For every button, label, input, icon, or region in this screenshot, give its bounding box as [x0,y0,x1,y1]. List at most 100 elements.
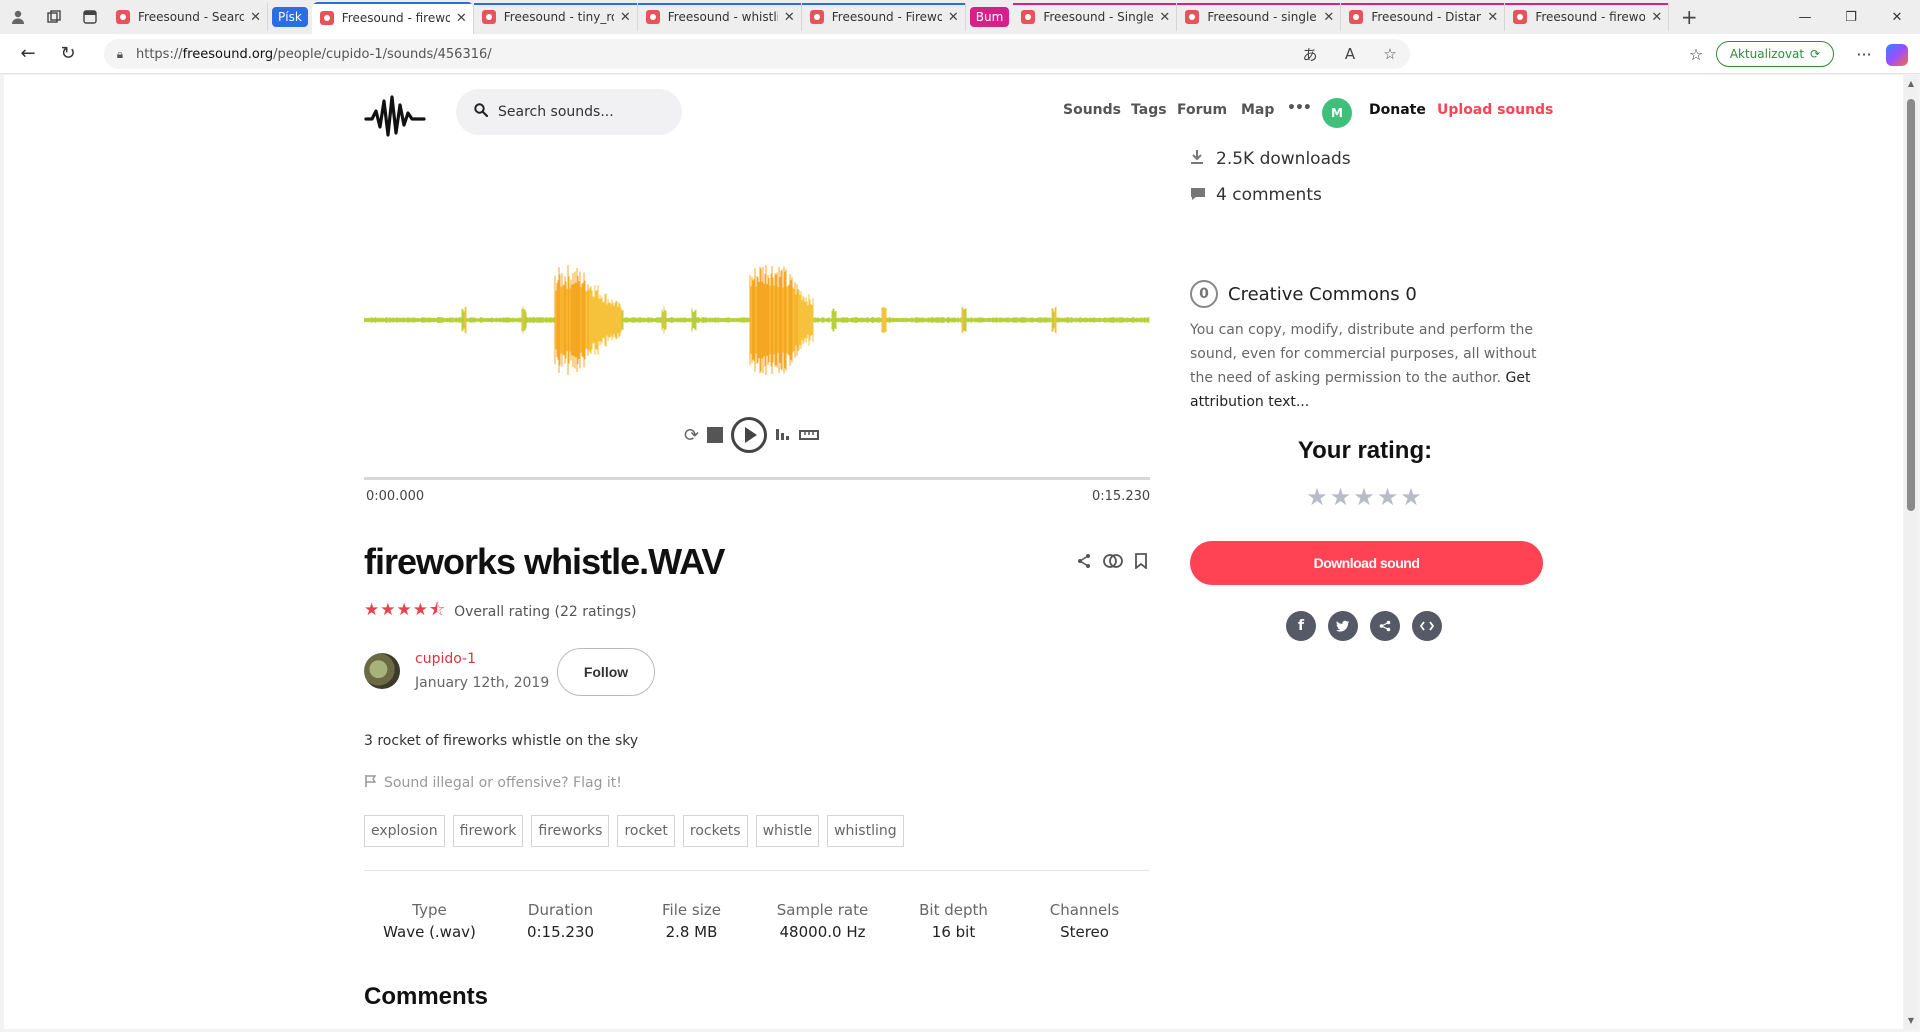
workspaces-icon[interactable] [36,0,72,34]
nav-more-icon[interactable]: ••• [1287,100,1312,116]
close-tab-icon[interactable]: ✕ [620,10,631,25]
download-sound-button[interactable]: Download sound [1190,541,1543,585]
translate-icon[interactable]: あ [1290,44,1330,65]
rate-star-5[interactable]: ★ [1400,483,1424,511]
tab-freesound-fireworks-3[interactable]: Freesound - firewo ✕ [1505,3,1670,31]
meta-type: Type Wave (.wav) [383,901,476,941]
twitter-icon[interactable] [1328,611,1358,641]
reload-icon[interactable]: ↻ [48,34,88,74]
facebook-icon[interactable]: f [1286,611,1316,641]
search-input[interactable]: Search sounds... [456,89,682,135]
scroll-up-icon[interactable]: ▲ [1904,79,1918,88]
play-button[interactable] [731,417,768,453]
close-tab-icon[interactable]: ✕ [948,10,959,25]
page-scrollbar[interactable]: ▲ ▼ [1904,75,1918,1029]
tab-freesound-search[interactable]: Freesound - Search ✕ [108,3,268,31]
nav-tags[interactable]: Tags [1131,102,1167,118]
tag-item[interactable]: explosion [364,815,445,847]
comments-count[interactable]: 4 comments [1190,185,1322,205]
follow-button[interactable]: Follow [557,648,655,696]
profile-icon[interactable] [0,0,36,34]
rate-star-1[interactable]: ★ [1306,483,1330,511]
minimize-icon[interactable]: — [1782,0,1828,34]
close-window-icon[interactable]: ✕ [1874,0,1920,34]
tab-freesound-fireworks-2[interactable]: Freesound - Firewo ✕ [801,3,966,31]
meta-bit-depth: Bit depth 16 bit [919,901,988,941]
rating-star: ⯪ [429,600,446,620]
rate-star-4[interactable]: ★ [1377,483,1401,511]
meta-sample-rate: Sample rate 48000.0 Hz [776,901,869,941]
favorite-star-icon[interactable]: ☆ [1370,45,1410,63]
freesound-logo-icon[interactable] [364,89,426,141]
freesound-favicon-icon [645,10,660,24]
favorites-icon[interactable]: ☆ [1676,34,1716,74]
tab-freesound-whistling[interactable]: Freesound - whistli ✕ [637,3,802,31]
tab-freesound-single[interactable]: Freesound - Single ✕ [1013,3,1178,31]
tab-freesound-distant[interactable]: Freesound - Distan ✕ [1341,3,1506,31]
update-icon: ⟳ [1810,47,1821,61]
group-underline [1013,3,1177,5]
sound-title: fireworks whistle.WAV [364,541,725,582]
rating-star: ★ [364,600,380,620]
tag-item[interactable]: whistle [755,815,820,847]
license-title: 0 Creative Commons 0 [1190,280,1417,308]
close-tab-icon[interactable]: ✕ [250,10,261,25]
group-underline [311,2,473,4]
uploader-username[interactable]: cupido-1 [415,651,476,667]
nav-donate[interactable]: Donate [1369,102,1426,118]
bookmark-icon[interactable] [1134,553,1148,574]
close-tab-icon[interactable]: ✕ [1323,10,1334,25]
flag-link[interactable]: Sound illegal or offensive? Flag it! [364,774,622,792]
close-tab-icon[interactable]: ✕ [784,10,795,25]
loop-icon[interactable]: ⟳ [684,425,699,446]
tab-actions-icon[interactable] [72,0,108,34]
rate-star-3[interactable]: ★ [1353,483,1377,511]
browser-menu-icon[interactable]: ··· [1844,34,1884,74]
back-icon[interactable]: ← [8,34,48,74]
new-tab-button[interactable]: + [1669,5,1709,29]
copilot-icon[interactable] [1886,44,1908,66]
tag-item[interactable]: whistling [827,815,904,847]
share-link-icon[interactable] [1370,611,1400,641]
freesound-favicon-icon [319,11,334,25]
uploader-avatar[interactable] [364,653,400,689]
tab-group-bum[interactable]: Bum [969,7,1010,27]
url-field[interactable]: 🔒︎ https://freesound.org/people/cupido-1… [104,39,1410,69]
close-tab-icon[interactable]: ✕ [456,11,467,26]
update-button[interactable]: Aktualizovat ⟳ [1716,41,1834,67]
tab-group-pisk[interactable]: Písk [272,7,308,27]
embed-icon[interactable] [1412,611,1442,641]
share-icon[interactable] [1076,553,1092,574]
rate-star-2[interactable]: ★ [1330,483,1354,511]
read-aloud-icon[interactable]: A [1330,45,1370,63]
waveform[interactable] [364,225,1150,415]
restore-icon[interactable]: ❐ [1828,0,1874,34]
freesound-favicon-icon [116,10,130,24]
lock-icon[interactable]: 🔒︎ [104,47,136,62]
share-buttons: f [1286,611,1442,641]
tag-item[interactable]: rockets [682,815,748,847]
nav-forum[interactable]: Forum [1177,102,1227,118]
tag-item[interactable]: fireworks [531,815,610,847]
stop-icon[interactable] [707,427,724,443]
spectrogram-icon[interactable] [775,425,791,446]
close-tab-icon[interactable]: ✕ [1487,10,1498,25]
scrollbar-thumb[interactable] [1907,99,1915,511]
scroll-down-icon[interactable]: ▼ [1904,1016,1918,1025]
user-avatar[interactable]: M [1322,98,1352,128]
playback-progress-bar[interactable] [364,477,1150,480]
tag-item[interactable]: firework [452,815,524,847]
ruler-icon[interactable] [799,425,820,446]
nav-map[interactable]: Map [1241,102,1274,118]
tab-freesound-single-2[interactable]: Freesound - single ✕ [1177,3,1342,31]
nav-upload-sounds[interactable]: Upload sounds [1437,102,1553,118]
page-content: Search sounds... Sounds Tags Forum Map •… [4,75,1903,1029]
tag-item[interactable]: rocket [617,815,675,847]
nav-sounds[interactable]: Sounds [1063,102,1121,118]
close-tab-icon[interactable]: ✕ [1159,10,1170,25]
tab-freesound-fireworks-active[interactable]: Freesound - firewo ✕ [311,2,474,34]
close-tab-icon[interactable]: ✕ [1651,10,1662,25]
similar-sounds-icon[interactable] [1102,553,1124,574]
tab-freesound-tiny-ro[interactable]: Freesound - tiny_ro ✕ [473,3,638,31]
time-start: 0:00.000 [366,489,425,504]
